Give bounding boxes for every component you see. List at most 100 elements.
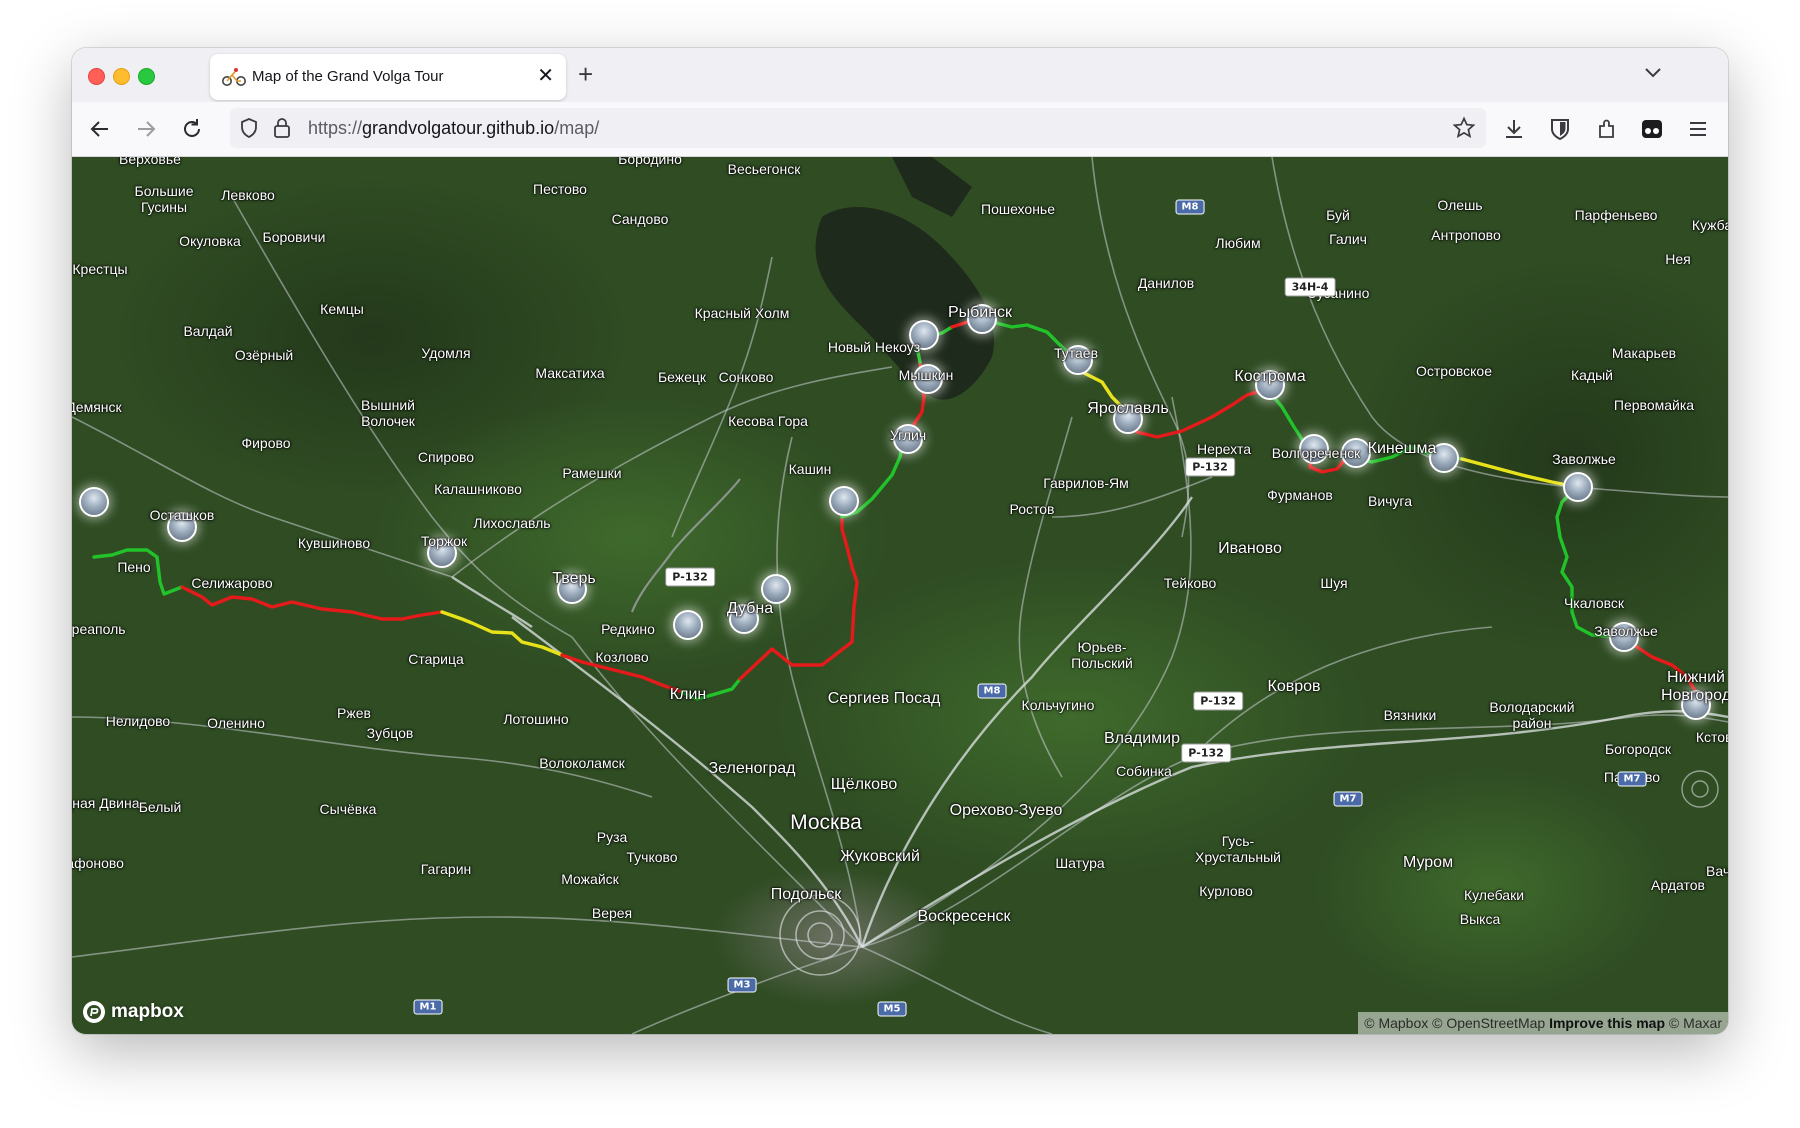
- url-bar[interactable]: https://grandvolgatour.github.io/map/: [230, 108, 1486, 148]
- new-tab-button[interactable]: +: [578, 61, 593, 87]
- hamburger-menu-icon[interactable]: [1684, 115, 1712, 143]
- place-label: Чкаловск: [1563, 595, 1625, 611]
- osm-attribution-link[interactable]: © OpenStreetMap: [1432, 1015, 1545, 1031]
- place-label: Максатиха: [535, 365, 605, 381]
- place-label: Пено: [117, 559, 151, 575]
- place-label: Антропово: [1431, 227, 1501, 243]
- star-icon[interactable]: [1452, 116, 1476, 140]
- place-label: Галич: [1329, 231, 1367, 247]
- maxar-attribution-link[interactable]: © Maxar: [1669, 1015, 1722, 1031]
- reload-icon[interactable]: [178, 115, 206, 143]
- mapbox-logo[interactable]: mapbox: [82, 1000, 184, 1024]
- place-label: Левково: [221, 187, 275, 203]
- place-label: Оленино: [207, 715, 265, 731]
- bitwarden-shield-icon[interactable]: [1546, 115, 1574, 143]
- place-label: Клин: [669, 686, 707, 703]
- place-label: Островское: [1415, 363, 1493, 379]
- place-label: Осташков: [149, 507, 215, 523]
- minimize-window-button[interactable]: [113, 68, 130, 85]
- place-label: Заволжье: [1552, 451, 1616, 467]
- place-label: Шуя: [1320, 575, 1348, 591]
- place-label: Ковров: [1267, 678, 1321, 695]
- place-label: Волгореченск: [1271, 445, 1361, 461]
- route-photo-marker[interactable]: [1563, 472, 1593, 502]
- road-shield: Р-132: [1181, 743, 1231, 763]
- navigation-toolbar: https://grandvolgatour.github.io/map/: [72, 102, 1728, 157]
- place-label: Сафоново: [72, 855, 124, 871]
- incognito-icon[interactable]: [1638, 115, 1666, 143]
- road-shield: М1: [413, 999, 443, 1015]
- place-label: Тучково: [626, 849, 678, 865]
- mapbox-attribution-link[interactable]: © Mapbox: [1364, 1015, 1428, 1031]
- place-label: Гаврилов-Ям: [1043, 475, 1129, 491]
- place-label: Рыбинск: [947, 304, 1013, 321]
- place-label: Белый: [138, 799, 182, 815]
- route-photo-marker[interactable]: [673, 610, 703, 640]
- place-label: Кинешма: [1367, 440, 1437, 457]
- place-label: Демянск: [72, 399, 122, 415]
- place-label: Орехово-Зуево: [949, 802, 1063, 819]
- place-label: Спирово: [417, 449, 475, 465]
- place-label: Нижний Новгород: [1660, 669, 1728, 704]
- place-label: Весьегонск: [727, 161, 801, 177]
- place-label: Валдай: [183, 323, 233, 339]
- place-label: Пошехонье: [981, 201, 1055, 217]
- place-label: Гагарин: [420, 861, 472, 877]
- place-label: Сычёвка: [319, 801, 377, 817]
- route-photo-marker[interactable]: [829, 486, 859, 516]
- place-label: Кулебаки: [1463, 887, 1525, 903]
- place-label: Козлово: [595, 649, 649, 665]
- road-shield: М7: [1333, 791, 1363, 807]
- place-label: Фирово: [241, 435, 291, 451]
- place-label: Кувшиново: [297, 535, 371, 551]
- place-label: Собинка: [1116, 763, 1172, 779]
- route-photo-marker[interactable]: [79, 487, 109, 517]
- place-label: Вязники: [1383, 707, 1437, 723]
- place-label: Кемцы: [320, 301, 364, 317]
- place-label: Данилов: [1137, 275, 1195, 291]
- place-label: Заволжье: [1594, 623, 1658, 639]
- place-label: Курлово: [1199, 883, 1253, 899]
- place-label: Удомля: [421, 345, 471, 361]
- lock-icon[interactable]: [272, 116, 292, 140]
- place-label: Олешь: [1437, 197, 1483, 213]
- close-window-button[interactable]: [88, 68, 105, 85]
- place-label: Ржев: [337, 705, 371, 721]
- extensions-icon[interactable]: [1593, 115, 1621, 143]
- zoom-window-button[interactable]: [138, 68, 155, 85]
- place-label: Первомайка: [1613, 397, 1695, 413]
- place-label: Кстово: [1695, 729, 1728, 745]
- close-tab-icon[interactable]: ✕: [537, 65, 554, 87]
- place-label: Редкино: [601, 621, 655, 637]
- place-label: Щёлково: [830, 776, 898, 793]
- place-label: Сергиев Посад: [827, 690, 941, 707]
- place-label: Новый Некоуз: [827, 339, 921, 355]
- place-label: Иваново: [1218, 540, 1282, 557]
- place-label: Пестово: [533, 181, 587, 197]
- map-canvas[interactable]: Верховье Бородино Весьегонск Большие Гус…: [72, 157, 1728, 1034]
- download-icon[interactable]: [1500, 115, 1528, 143]
- improve-map-link[interactable]: Improve this map: [1549, 1015, 1665, 1031]
- place-label: Ярославль: [1087, 400, 1169, 417]
- shield-icon[interactable]: [238, 117, 260, 139]
- tab-map[interactable]: Map of the Grand Volga Tour ✕: [210, 54, 566, 100]
- place-label: Зубцов: [366, 725, 414, 741]
- forward-arrow-icon[interactable]: [132, 115, 160, 143]
- chevron-down-icon[interactable]: [1644, 66, 1662, 80]
- back-arrow-icon[interactable]: [86, 115, 114, 143]
- place-label: Кесова Гора: [728, 413, 808, 429]
- road-shield: М8: [1175, 199, 1205, 215]
- place-label: Озёрный: [234, 347, 294, 363]
- place-label: Володарский район: [1489, 699, 1575, 731]
- place-label: Лотошино: [503, 711, 569, 727]
- road-shield: М7: [1617, 771, 1647, 787]
- place-label: Мышкин: [898, 367, 954, 383]
- place-label: Зеленоград: [708, 760, 796, 777]
- place-label: Руза: [596, 829, 628, 845]
- place-label: Сонково: [718, 369, 774, 385]
- place-label: Нея: [1665, 251, 1691, 267]
- place-label: Выкса: [1459, 911, 1501, 927]
- mapbox-wordmark: mapbox: [111, 1001, 184, 1022]
- url-text[interactable]: https://grandvolgatour.github.io/map/: [308, 118, 599, 139]
- place-label: Богородск: [1604, 741, 1672, 757]
